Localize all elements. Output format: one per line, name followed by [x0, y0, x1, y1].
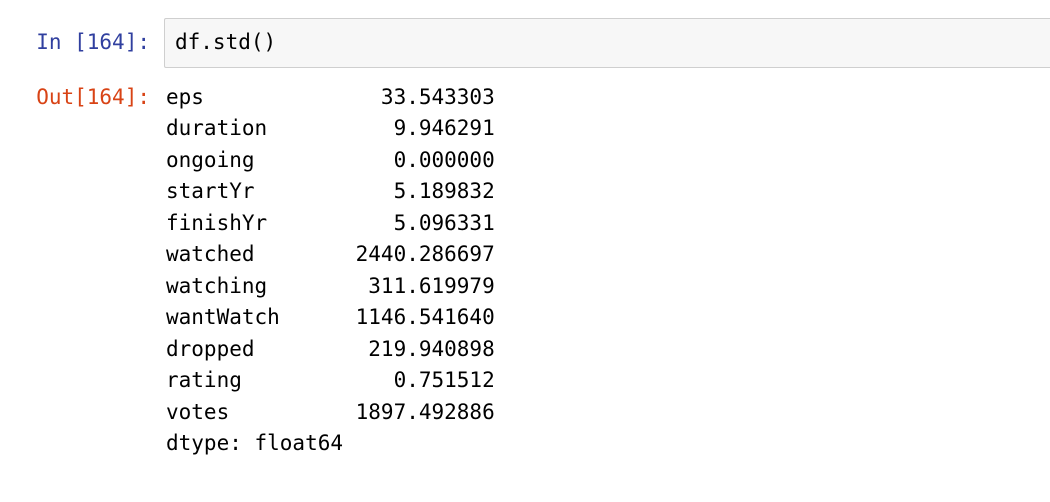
output-prompt: Out[164]:: [0, 82, 164, 114]
output-cell: Out[164]: eps 33.543303 duration 9.94629…: [0, 82, 1050, 460]
input-cell: In [164]: df.std(): [0, 18, 1050, 68]
output-area: eps 33.543303 duration 9.946291 ongoing …: [164, 82, 1050, 460]
series-output-text: eps 33.543303 duration 9.946291 ongoing …: [166, 85, 495, 456]
code-input-area[interactable]: df.std(): [164, 18, 1050, 68]
input-prompt: In [164]:: [0, 18, 164, 59]
code-text: df.std(): [175, 30, 276, 54]
